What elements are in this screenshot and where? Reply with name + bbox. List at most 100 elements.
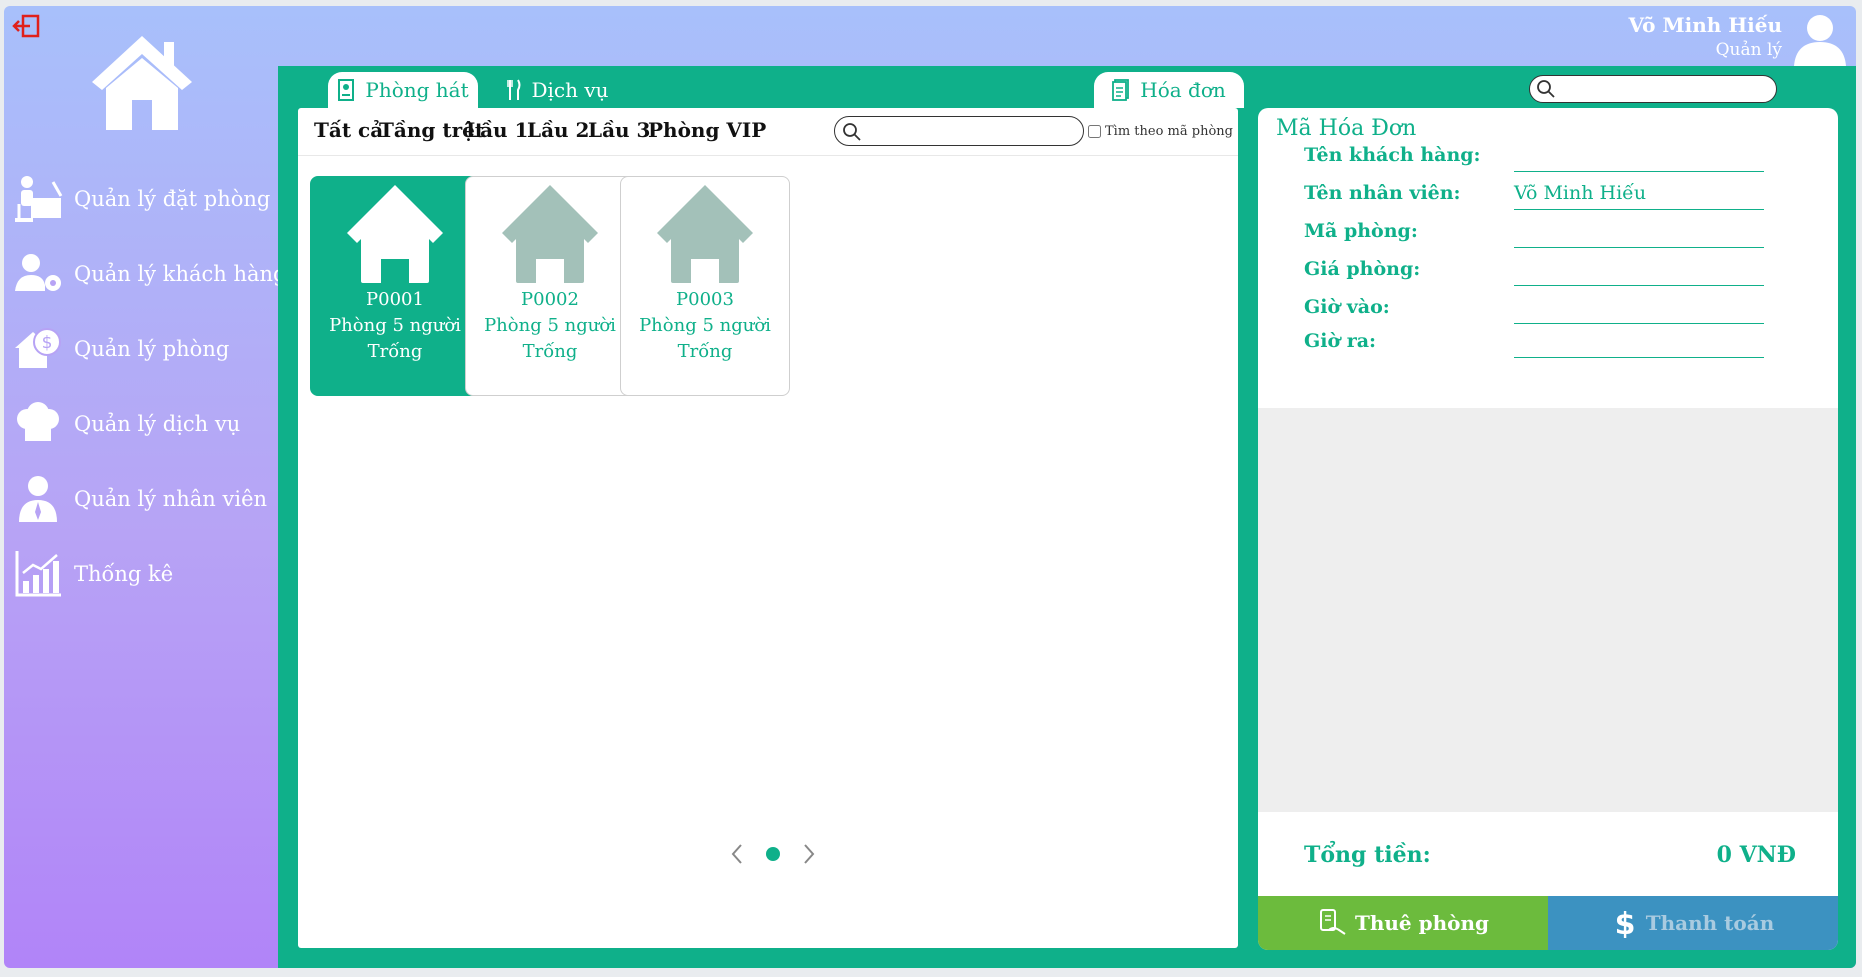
- karaoke-room-icon: [338, 79, 355, 101]
- fork-knife-icon: [507, 79, 521, 100]
- search-by-code-label: Tìm theo mã phòng: [1105, 124, 1233, 139]
- chef-hat-icon: [12, 398, 64, 450]
- room-type: Phòng 5 người: [639, 315, 771, 336]
- invoice-row-customer: Tên khách hàng:: [1304, 144, 1774, 174]
- room-house-icon: [657, 185, 753, 283]
- avatar-icon[interactable]: [1792, 12, 1848, 66]
- invoice-row-checkout: Giờ ra:: [1304, 330, 1774, 360]
- nav-rooms[interactable]: $ Quản lý phòng: [12, 311, 277, 386]
- svg-text:$: $: [1614, 908, 1635, 938]
- invoice-row-checkin: Giờ vào:: [1304, 296, 1774, 326]
- main-panel: Phòng hát Dịch vụ Tất cả Tầng trệt Lầu 1…: [278, 66, 1856, 968]
- home-icon[interactable]: [90, 32, 194, 134]
- room-pager: [728, 840, 818, 868]
- checkout-button[interactable]: $ Thanh toán: [1548, 896, 1838, 950]
- room-panel: Tất cả Tầng trệt Lầu 1 Lầu 2 Lầu 3 Phòng…: [298, 108, 1238, 948]
- tab-label: Phòng hát: [365, 78, 469, 102]
- room-card-p0003[interactable]: P0003 Phòng 5 người Trống: [620, 176, 790, 396]
- nav-customers[interactable]: Quản lý khách hàng: [12, 236, 286, 311]
- tab-label: Dịch vụ: [531, 78, 609, 102]
- room-house-icon: [502, 185, 598, 283]
- nav-label: Quản lý khách hàng: [74, 261, 287, 286]
- house-money-icon: $: [12, 323, 64, 375]
- room-search-box: [834, 116, 1084, 146]
- sidebar-nav: Quản lý đặt phòng Quản lý khách hàng $ Q…: [12, 161, 286, 611]
- rent-room-icon: [1319, 909, 1346, 935]
- employee-name-field[interactable]: Võ Minh Hiếu: [1514, 182, 1764, 210]
- invoice-row-room: Mã phòng:: [1304, 220, 1774, 250]
- employee-icon: [12, 473, 64, 525]
- filter-floor-3[interactable]: Lầu 3: [588, 118, 650, 142]
- filter-all[interactable]: Tất cả: [314, 118, 383, 142]
- rent-room-label: Thuê phòng: [1354, 911, 1490, 935]
- search-by-code-option: Tìm theo mã phòng: [1088, 124, 1233, 139]
- field-label: Giờ vào:: [1304, 296, 1390, 318]
- room-code: P0001: [366, 289, 424, 310]
- invoice-search-box: [1529, 75, 1777, 103]
- chevron-left-icon[interactable]: [728, 842, 746, 866]
- search-icon: [1537, 80, 1555, 98]
- search-by-code-checkbox[interactable]: [1088, 125, 1101, 138]
- invoice-id-title: Mã Hóa Đơn: [1276, 116, 1417, 141]
- invoice-row-employee: Tên nhân viên: Võ Minh Hiếu: [1304, 182, 1774, 212]
- tab-services[interactable]: Dịch vụ: [498, 72, 618, 108]
- room-house-icon: [347, 185, 443, 283]
- reception-desk-icon: [12, 173, 64, 225]
- nav-label: Quản lý đặt phòng: [74, 186, 271, 211]
- field-label: Tên nhân viên:: [1304, 182, 1461, 204]
- nav-booking[interactable]: Quản lý đặt phòng: [12, 161, 277, 236]
- room-card-p0001[interactable]: P0001 Phòng 5 người Trống: [310, 176, 480, 396]
- nav-label: Thống kê: [74, 561, 174, 586]
- field-label: Mã phòng:: [1304, 220, 1418, 242]
- room-status: Trống: [677, 341, 733, 362]
- exit-icon[interactable]: [12, 14, 40, 38]
- invoice-icon: [1112, 79, 1130, 101]
- room-code: P0003: [676, 289, 734, 310]
- room-code-field[interactable]: [1514, 220, 1764, 248]
- tab-invoice[interactable]: Hóa đơn: [1094, 72, 1244, 108]
- filter-vip[interactable]: Phòng VIP: [648, 118, 766, 142]
- filter-floor-2[interactable]: Lầu 2: [527, 118, 589, 142]
- room-card-p0002[interactable]: P0002 Phòng 5 người Trống: [465, 176, 635, 396]
- field-label: Giá phòng:: [1304, 258, 1421, 280]
- invoice-row-price: Giá phòng:: [1304, 258, 1774, 288]
- checkout-time-field[interactable]: [1514, 330, 1764, 358]
- filter-floor-1[interactable]: Lầu 1: [466, 118, 528, 142]
- chevron-right-icon[interactable]: [800, 842, 818, 866]
- app-window: Quản lý đặt phòng Quản lý khách hàng $ Q…: [4, 6, 1856, 968]
- search-icon: [843, 123, 861, 141]
- checkin-time-field[interactable]: [1514, 296, 1764, 324]
- room-status: Trống: [367, 341, 423, 362]
- statistics-chart-icon: [12, 548, 64, 600]
- field-label: Giờ ra:: [1304, 330, 1377, 352]
- room-price-field[interactable]: [1514, 258, 1764, 286]
- dollar-icon: $: [1614, 908, 1635, 938]
- room-type: Phòng 5 người: [484, 315, 616, 336]
- total-amount: 0 VNĐ: [1716, 842, 1796, 868]
- user-info: Võ Minh Hiếu Quản lý: [1628, 12, 1848, 66]
- room-status: Trống: [522, 341, 578, 362]
- invoice-search-input[interactable]: [1558, 79, 1768, 99]
- room-search-input[interactable]: [865, 120, 1073, 142]
- tab-label: Hóa đơn: [1140, 78, 1226, 102]
- room-code: P0002: [521, 289, 579, 310]
- page-indicator-dot[interactable]: [766, 847, 780, 861]
- customer-name-field[interactable]: [1514, 144, 1764, 172]
- nav-statistics[interactable]: Thống kê: [12, 536, 277, 611]
- tab-rooms[interactable]: Phòng hát: [328, 72, 478, 108]
- customer-settings-icon: [12, 248, 64, 300]
- user-role: Quản lý: [1715, 40, 1782, 60]
- room-type: Phòng 5 người: [329, 315, 461, 336]
- rent-room-button[interactable]: Thuê phòng: [1258, 896, 1548, 950]
- total-label: Tổng tiền:: [1304, 842, 1431, 868]
- invoice-panel: Mã Hóa Đơn Tên khách hàng: Tên nhân viên…: [1258, 108, 1838, 950]
- invoice-service-list[interactable]: [1258, 408, 1838, 812]
- nav-employees[interactable]: Quản lý nhân viên: [12, 461, 277, 536]
- nav-label: Quản lý dịch vụ: [74, 411, 241, 436]
- checkout-label: Thanh toán: [1645, 911, 1775, 935]
- nav-label: Quản lý nhân viên: [74, 486, 268, 511]
- field-label: Tên khách hàng:: [1304, 144, 1481, 166]
- svg-text:$: $: [42, 333, 53, 353]
- nav-label: Quản lý phòng: [74, 336, 230, 361]
- nav-services[interactable]: Quản lý dịch vụ: [12, 386, 277, 461]
